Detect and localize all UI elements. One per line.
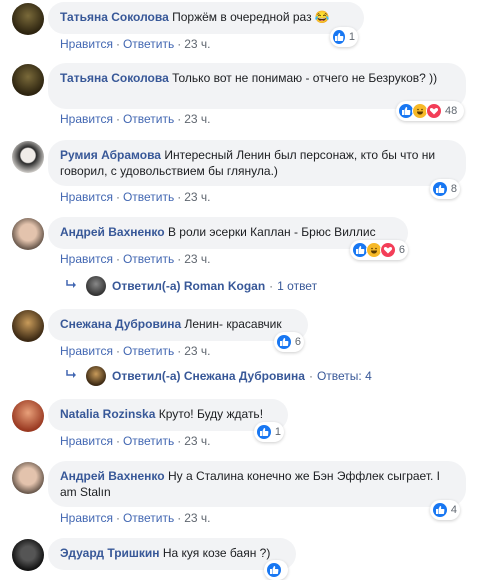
comment-actions: Нравится · Ответить · 23 ч.: [60, 190, 211, 204]
reactions-badge[interactable]: 6: [350, 240, 408, 260]
like-link[interactable]: Нравится: [60, 112, 113, 126]
reactions-badge[interactable]: 8: [430, 179, 460, 199]
replies-summary[interactable]: Ответил(-а) Roman Kogan · 1 ответ: [66, 276, 317, 296]
comment-actions: Нравится · Ответить · 23 ч.: [60, 511, 211, 525]
reply-arrow-icon: [66, 366, 86, 386]
comment-time[interactable]: 23 ч.: [184, 190, 210, 204]
avatar: [86, 276, 106, 296]
love-reaction-icon: [379, 242, 396, 258]
like-link[interactable]: Нравится: [60, 434, 113, 448]
comment-author[interactable]: Татьяна Соколова: [60, 71, 169, 85]
reaction-count: 8: [450, 183, 457, 195]
comment-author[interactable]: Румия Абрамова: [60, 148, 161, 162]
like-link[interactable]: Нравится: [60, 511, 113, 525]
comment-bubble: Андрей Вахненко Ну а Сталина конечно же …: [48, 461, 466, 507]
comment-time[interactable]: 23 ч.: [184, 252, 210, 266]
reply-link[interactable]: Ответить: [123, 434, 174, 448]
comment-time[interactable]: 23 ч.: [184, 112, 210, 126]
comment-actions: Нравится · Ответить · 23 ч.: [60, 37, 211, 51]
reactions-badge[interactable]: 6: [274, 332, 304, 352]
comment-actions: Нравится · Ответить · 23 ч.: [60, 344, 211, 358]
avatar[interactable]: [12, 400, 44, 432]
reactions-badge[interactable]: 1: [254, 422, 284, 442]
reply-link[interactable]: Ответить: [123, 37, 174, 51]
reply-link[interactable]: Ответить: [123, 511, 174, 525]
reply-count[interactable]: 1 ответ: [277, 276, 317, 296]
reaction-count: 1: [274, 426, 281, 438]
comment-actions: Нравится · Ответить · 23 ч.: [60, 252, 211, 266]
comment-time[interactable]: 23 ч.: [184, 511, 210, 525]
comment-text: Поржём в очередной раз 😂: [172, 10, 330, 24]
like-reaction-icon: [332, 29, 346, 45]
reply-link[interactable]: Ответить: [123, 252, 174, 266]
reactions-badge[interactable]: 4: [430, 500, 460, 520]
reaction-count: 4: [450, 504, 457, 516]
reactions-badge[interactable]: [264, 560, 288, 580]
like-reaction-icon: [432, 181, 448, 197]
like-reaction-icon: [276, 334, 292, 350]
comment-text: В роли эсерки Каплан - Брюс Виллис: [167, 225, 376, 239]
love-reaction-icon: [426, 103, 442, 119]
comment-bubble: Татьяна Соколова Поржём в очередной раз …: [48, 2, 364, 34]
comment-actions: Нравится · Ответить · 23 ч.: [60, 112, 211, 126]
avatar[interactable]: [12, 64, 44, 96]
reaction-count: 6: [398, 244, 405, 256]
reply-author-link[interactable]: Ответил(-а) Снежана Дубровина: [112, 366, 305, 386]
like-link[interactable]: Нравится: [60, 252, 113, 266]
comment-author[interactable]: Андрей Вахненко: [60, 225, 165, 239]
comment-author[interactable]: Татьяна Соколова: [60, 10, 169, 24]
like-link[interactable]: Нравится: [60, 37, 113, 51]
comment-author[interactable]: Андрей Вахненко: [60, 469, 165, 483]
comment-actions: Нравится · Ответить · 23 ч.: [60, 434, 211, 448]
reaction-count: 6: [294, 336, 301, 348]
comment-author[interactable]: Natalia Rozinska: [60, 407, 155, 421]
like-reaction-icon: [432, 502, 448, 518]
reply-arrow-icon: [66, 276, 86, 296]
reply-link[interactable]: Ответить: [123, 190, 174, 204]
avatar[interactable]: [12, 539, 44, 571]
reactions-badge[interactable]: 48: [396, 101, 464, 121]
reaction-count: 48: [445, 105, 458, 117]
avatar[interactable]: [12, 141, 44, 173]
reply-link[interactable]: Ответить: [123, 344, 174, 358]
reaction-count: 1: [348, 31, 355, 43]
avatar[interactable]: [12, 218, 44, 250]
comment-text: Круто! Буду ждать!: [158, 407, 264, 421]
comment-time[interactable]: 23 ч.: [184, 344, 210, 358]
comment-text: Только вот не понимаю - отчего не Безрук…: [172, 71, 438, 85]
reply-link[interactable]: Ответить: [123, 112, 174, 126]
avatar: [86, 366, 106, 386]
comment-time[interactable]: 23 ч.: [184, 434, 210, 448]
comment-bubble: Снежана Дубровина Ленин- красавчик: [48, 309, 308, 341]
comment-bubble: Румия Абрамова Интересный Ленин был перс…: [48, 140, 466, 186]
reply-count[interactable]: Ответы: 4: [317, 366, 372, 386]
like-link[interactable]: Нравится: [60, 344, 113, 358]
avatar[interactable]: [12, 310, 44, 342]
comment-text: Ленин- красавчик: [184, 317, 282, 331]
like-reaction-icon: [256, 424, 272, 440]
reactions-badge[interactable]: 1: [330, 27, 358, 47]
comment-bubble: Natalia Rozinska Круто! Буду ждать!: [48, 399, 288, 431]
reply-author-link[interactable]: Ответил(-а) Roman Kogan: [112, 276, 265, 296]
avatar[interactable]: [12, 3, 44, 35]
replies-summary[interactable]: Ответил(-а) Снежана Дубровина · Ответы: 4: [66, 366, 372, 386]
comment-text: На куя козе баян ?): [162, 546, 271, 560]
comment-time[interactable]: 23 ч.: [184, 37, 210, 51]
like-reaction-icon: [266, 562, 282, 578]
comment-author[interactable]: Эдуард Тришкин: [60, 546, 160, 560]
comment-bubble: Эдуард Тришкин На куя козе баян ?): [48, 538, 296, 570]
avatar[interactable]: [12, 462, 44, 494]
comment-author[interactable]: Снежана Дубровина: [60, 317, 181, 331]
like-link[interactable]: Нравится: [60, 190, 113, 204]
